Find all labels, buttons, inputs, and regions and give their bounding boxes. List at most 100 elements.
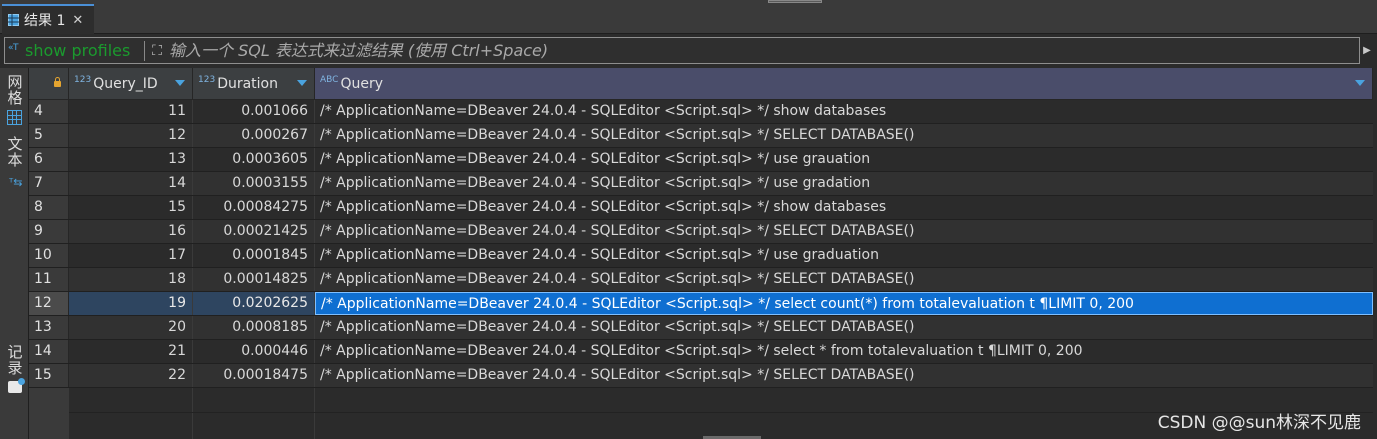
cell-query-id[interactable]: 21: [69, 340, 193, 363]
row-number[interactable]: 14: [29, 340, 69, 363]
table-row[interactable]: 4 11 0.001066/* ApplicationName=DBeaver 24…: [29, 100, 1373, 124]
editor-split-handle[interactable]: [768, 0, 822, 3]
cell-query[interactable]: /* ApplicationName=DBeaver 24.0.4 - SQLE…: [315, 100, 1373, 123]
filter-type-icon[interactable]: «T: [5, 41, 25, 61]
cell-query[interactable]: /* ApplicationName=DBeaver 24.0.4 - SQLE…: [315, 172, 1373, 195]
cell-query[interactable]: /* ApplicationName=DBeaver 24.0.4 - SQLE…: [315, 316, 1373, 339]
cell-query[interactable]: /* ApplicationName=DBeaver 24.0.4 - SQLE…: [315, 340, 1373, 363]
column-header-query[interactable]: ABC Query: [315, 68, 1373, 100]
row-number[interactable]: 7: [29, 172, 69, 195]
grid-empty-column: [193, 388, 315, 439]
cell-query[interactable]: /* ApplicationName=DBeaver 24.0.4 - SQLE…: [315, 364, 1373, 387]
grid-tab-char-1: 网: [7, 73, 23, 91]
row-number[interactable]: 4: [29, 100, 69, 123]
expand-icon[interactable]: ⛶: [148, 41, 166, 61]
tab-result-1[interactable]: 结果 1 ✕: [2, 4, 94, 34]
row-number[interactable]: 11: [29, 268, 69, 291]
filter-history-query[interactable]: show profiles: [25, 41, 142, 60]
grid-empty-column: [69, 388, 193, 439]
cell-duration[interactable]: 0.001066: [193, 100, 315, 123]
cell-duration[interactable]: 0.00018475: [193, 364, 315, 387]
row-number[interactable]: 12: [29, 292, 69, 315]
table-row[interactable]: 6 13 0.0003605/* ApplicationName=DBeaver 2…: [29, 148, 1373, 172]
text-tab-char-1: 文: [7, 135, 23, 153]
tab-grid-view[interactable]: 网 格: [4, 74, 26, 106]
numeric-type-icon: 123: [198, 74, 216, 85]
cell-query-id[interactable]: 11: [69, 100, 193, 123]
cell-query-id[interactable]: 20: [69, 316, 193, 339]
cell-query[interactable]: /* ApplicationName=DBeaver 24.0.4 - SQLE…: [315, 268, 1373, 291]
row-number[interactable]: 10: [29, 244, 69, 267]
column-label: Query: [340, 75, 384, 92]
cell-query[interactable]: /* ApplicationName=DBeaver 24.0.4 - SQLE…: [315, 196, 1373, 219]
cell-query[interactable]: /* ApplicationName=DBeaver 24.0.4 - SQLE…: [315, 220, 1373, 243]
table-row[interactable]: 8 15 0.00084275/* ApplicationName=DBeaver …: [29, 196, 1373, 220]
column-header-query-id[interactable]: 123 Query_ID: [69, 68, 193, 100]
cell-query-id[interactable]: 13: [69, 148, 193, 171]
cell-duration[interactable]: 0.0003155: [193, 172, 315, 195]
cell-query[interactable]: /* ApplicationName=DBeaver 24.0.4 - SQLE…: [315, 292, 1373, 315]
cell-duration[interactable]: 0.000267: [193, 124, 315, 147]
row-number[interactable]: 5: [29, 124, 69, 147]
sort-arrow-icon[interactable]: [1355, 80, 1365, 86]
column-label: Query_ID: [93, 75, 158, 92]
view-switcher: 网 格 文 本 ᵀ⇆ 记 录: [0, 68, 29, 439]
filter-input[interactable]: [166, 38, 1359, 63]
tab-record-view[interactable]: 记 录: [4, 344, 26, 376]
lock-icon[interactable]: [54, 77, 61, 87]
play-icon[interactable]: ▶: [1360, 39, 1374, 61]
record-tab-char-2: 录: [7, 359, 23, 377]
grid-rows: 4 11 0.001066/* ApplicationName=DBeaver 24…: [29, 100, 1373, 439]
row-number[interactable]: 6: [29, 148, 69, 171]
table-row[interactable]: 12 19 0.0202625/* ApplicationName=DBeaver …: [29, 292, 1373, 316]
row-number[interactable]: 13: [29, 316, 69, 339]
row-number[interactable]: 15: [29, 364, 69, 387]
record-tab-char-1: 记: [7, 343, 23, 361]
cell-duration[interactable]: 0.0202625: [193, 292, 315, 315]
cell-duration[interactable]: 0.000446: [193, 340, 315, 363]
cell-duration[interactable]: 0.00084275: [193, 196, 315, 219]
table-row[interactable]: 13 20 0.0008185/* ApplicationName=DBeaver …: [29, 316, 1373, 340]
table-row[interactable]: 5 12 0.000267/* ApplicationName=DBeaver 24…: [29, 124, 1373, 148]
sort-arrow-icon[interactable]: [175, 80, 185, 86]
result-panel: 结果 1 ✕ «T show profiles ⛶ ▶ 网 格 文 本 ᵀ⇆ 记…: [0, 0, 1377, 439]
table-row[interactable]: 11 18 0.00014825/* ApplicationName=DBeaver…: [29, 268, 1373, 292]
cell-query-id[interactable]: 14: [69, 172, 193, 195]
cell-query-id[interactable]: 17: [69, 244, 193, 267]
row-number[interactable]: 8: [29, 196, 69, 219]
cell-query-id[interactable]: 22: [69, 364, 193, 387]
cell-query-id[interactable]: 15: [69, 196, 193, 219]
cell-query-id[interactable]: 12: [69, 124, 193, 147]
text-format-icon[interactable]: ᵀ⇆: [9, 176, 22, 189]
grid-icon[interactable]: [7, 110, 22, 125]
text-tab-char-2: 本: [7, 151, 23, 169]
grid-corner-header[interactable]: [29, 68, 69, 100]
cell-query-id[interactable]: 18: [69, 268, 193, 291]
table-icon: [8, 14, 19, 26]
cell-duration[interactable]: 0.00014825: [193, 268, 315, 291]
record-icon[interactable]: [8, 378, 25, 393]
cell-query-id[interactable]: 16: [69, 220, 193, 243]
tab-text-view[interactable]: 文 本: [4, 136, 26, 168]
grid-empty-column: [29, 388, 69, 439]
cell-query[interactable]: /* ApplicationName=DBeaver 24.0.4 - SQLE…: [315, 244, 1373, 267]
table-row[interactable]: 10 17 0.0001845/* ApplicationName=DBeaver …: [29, 244, 1373, 268]
cell-duration[interactable]: 0.0003605: [193, 148, 315, 171]
table-row[interactable]: 7 14 0.0003155/* ApplicationName=DBeaver 2…: [29, 172, 1373, 196]
cell-query[interactable]: /* ApplicationName=DBeaver 24.0.4 - SQLE…: [315, 148, 1373, 171]
cell-query-id[interactable]: 19: [69, 292, 193, 315]
cell-duration[interactable]: 0.0001845: [193, 244, 315, 267]
cell-duration[interactable]: 0.0008185: [193, 316, 315, 339]
filter-bar: «T show profiles ⛶: [4, 37, 1360, 64]
table-row[interactable]: 14 21 0.000446/* ApplicationName=DBeaver 2…: [29, 340, 1373, 364]
row-number[interactable]: 9: [29, 220, 69, 243]
cell-duration[interactable]: 0.00021425: [193, 220, 315, 243]
filter-divider: [144, 40, 145, 61]
cell-query[interactable]: /* ApplicationName=DBeaver 24.0.4 - SQLE…: [315, 124, 1373, 147]
table-row[interactable]: 9 16 0.00021425/* ApplicationName=DBeaver …: [29, 220, 1373, 244]
table-row[interactable]: 15 22 0.00018475/* ApplicationName=DBeaver…: [29, 364, 1373, 388]
sort-arrow-icon[interactable]: [297, 80, 307, 86]
close-icon[interactable]: ✕: [72, 13, 83, 28]
result-tab-bar: 结果 1 ✕: [0, 4, 1377, 34]
column-header-duration[interactable]: 123 Duration: [193, 68, 315, 100]
